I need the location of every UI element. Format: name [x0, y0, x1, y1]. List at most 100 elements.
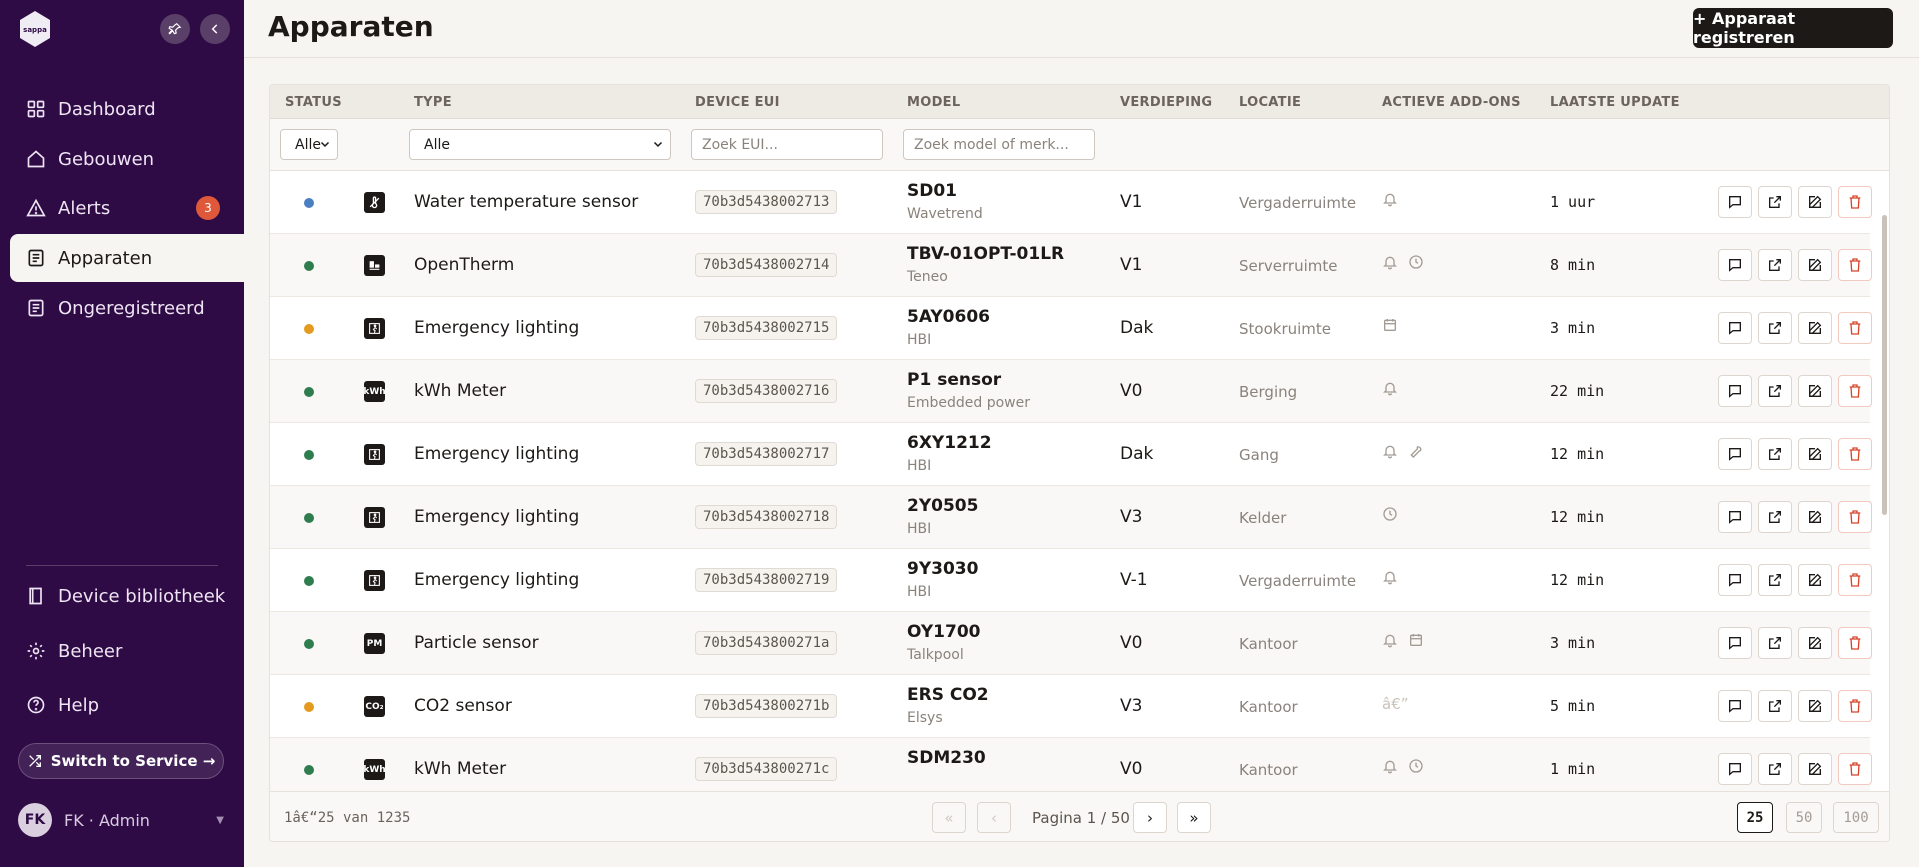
first-page-button[interactable]: «	[932, 802, 966, 833]
delete-button[interactable]	[1838, 627, 1872, 659]
edit-button[interactable]	[1798, 627, 1832, 659]
column-header-device-eui[interactable]: DEVICE EUI	[695, 95, 780, 110]
nav-device-bibliotheek[interactable]: Device bibliotheek	[10, 572, 244, 620]
open-external-button[interactable]	[1758, 375, 1792, 407]
device-eui[interactable]: 70b3d5438002715	[695, 316, 838, 340]
edit-button[interactable]	[1798, 564, 1832, 596]
comment-button[interactable]	[1718, 753, 1752, 785]
device-eui[interactable]: 70b3d5438002713	[695, 190, 838, 214]
column-header-verdieping[interactable]: VERDIEPING	[1120, 95, 1212, 110]
next-page-button[interactable]: ›	[1133, 802, 1167, 833]
table-row[interactable]: PM Particle sensor 70b3d543800271a OY170…	[270, 612, 1872, 675]
device-eui[interactable]: 70b3d5438002714	[695, 253, 838, 277]
comment-button[interactable]	[1718, 501, 1752, 533]
table-row[interactable]: kWh kWh Meter 70b3d5438002716 P1 sensor …	[270, 360, 1872, 423]
trash-icon	[1849, 762, 1861, 776]
page-size-50[interactable]: 50	[1786, 802, 1822, 833]
device-eui[interactable]: 70b3d5438002716	[695, 379, 838, 403]
device-eui[interactable]: 70b3d543800271b	[695, 694, 838, 718]
status-filter-select[interactable]: Alle	[280, 129, 338, 160]
delete-button[interactable]	[1838, 501, 1872, 533]
open-external-button[interactable]	[1758, 501, 1792, 533]
device-eui[interactable]: 70b3d5438002719	[695, 568, 838, 592]
delete-button[interactable]	[1838, 438, 1872, 470]
register-device-button[interactable]: + Apparaat registreren	[1693, 8, 1893, 48]
column-header-laatste-update[interactable]: LAATSTE UPDATE	[1550, 95, 1680, 110]
collapse-sidebar-button[interactable]	[200, 14, 230, 44]
logo[interactable]: sappa	[18, 10, 52, 48]
delete-button[interactable]	[1838, 564, 1872, 596]
device-eui[interactable]: 70b3d5438002718	[695, 505, 838, 529]
delete-button[interactable]	[1838, 186, 1872, 218]
comment-button[interactable]	[1718, 312, 1752, 344]
table-row[interactable]: Emergency lighting 70b3d5438002718 2Y050…	[270, 486, 1872, 549]
last-update: 1 min	[1550, 760, 1596, 778]
device-icon	[28, 249, 44, 267]
table-row[interactable]: Emergency lighting 70b3d5438002717 6XY12…	[270, 423, 1872, 486]
open-external-button[interactable]	[1758, 438, 1792, 470]
nav-ongeregistreerd[interactable]: Ongeregistreerd	[10, 284, 244, 332]
column-header-model[interactable]: MODEL	[907, 95, 960, 110]
delete-button[interactable]	[1838, 375, 1872, 407]
comment-button[interactable]	[1718, 186, 1752, 218]
nav-alerts[interactable]: Alerts 3	[10, 184, 244, 232]
column-header-status[interactable]: STATUS	[285, 95, 342, 110]
column-header-type[interactable]: TYPE	[414, 95, 452, 110]
page-size-100[interactable]: 100	[1833, 802, 1879, 833]
user-menu[interactable]: FK FK · Admin ▼	[18, 802, 224, 838]
edit-button[interactable]	[1798, 690, 1832, 722]
table-scrollbar[interactable]	[1881, 215, 1889, 515]
nav-dashboard[interactable]: Dashboard	[10, 85, 244, 133]
switch-to-service-button[interactable]: Switch to Service →	[18, 743, 224, 779]
edit-button[interactable]	[1798, 375, 1832, 407]
open-external-button[interactable]	[1758, 690, 1792, 722]
open-external-button[interactable]	[1758, 186, 1792, 218]
open-external-button[interactable]	[1758, 312, 1792, 344]
comment-button[interactable]	[1718, 564, 1752, 596]
table-row[interactable]: Emergency lighting 70b3d5438002719 9Y303…	[270, 549, 1872, 612]
delete-button[interactable]	[1838, 249, 1872, 281]
edit-button[interactable]	[1798, 753, 1832, 785]
type-filter-value: Alle	[424, 136, 450, 153]
device-eui[interactable]: 70b3d5438002717	[695, 442, 838, 466]
edit-button[interactable]	[1798, 312, 1832, 344]
table-row[interactable]: Water temperature sensor 70b3d5438002713…	[270, 171, 1872, 234]
prev-page-button[interactable]: ‹	[977, 802, 1011, 833]
page-size-25[interactable]: 25	[1737, 802, 1773, 833]
device-eui[interactable]: 70b3d543800271c	[695, 757, 838, 781]
open-external-button[interactable]	[1758, 627, 1792, 659]
table-row[interactable]: OpenTherm 70b3d5438002714 TBV-01OPT-01LR…	[270, 234, 1872, 297]
table-row[interactable]: Emergency lighting 70b3d5438002715 5AY06…	[270, 297, 1872, 360]
comment-button[interactable]	[1718, 690, 1752, 722]
comment-button[interactable]	[1718, 249, 1752, 281]
table-row[interactable]: kWh kWh Meter 70b3d543800271c SDM230 V0 …	[270, 738, 1872, 791]
model-search-input[interactable]: Zoek model of merk...	[903, 129, 1095, 160]
device-eui[interactable]: 70b3d543800271a	[695, 631, 838, 655]
comment-button[interactable]	[1718, 438, 1752, 470]
table-row[interactable]: CO₂ CO2 sensor 70b3d543800271b ERS CO2 E…	[270, 675, 1872, 738]
pin-button[interactable]	[160, 14, 190, 44]
nav-apparaten[interactable]: Apparaten	[10, 234, 244, 282]
open-external-button[interactable]	[1758, 249, 1792, 281]
comment-button[interactable]	[1718, 375, 1752, 407]
delete-button[interactable]	[1838, 753, 1872, 785]
edit-button[interactable]	[1798, 186, 1832, 218]
scrollbar-thumb[interactable]	[1882, 215, 1887, 515]
edit-button[interactable]	[1798, 501, 1832, 533]
status-dot	[304, 261, 314, 271]
type-filter-select[interactable]: Alle	[409, 129, 671, 160]
nav-gebouwen[interactable]: Gebouwen	[10, 135, 244, 183]
last-page-button[interactable]: »	[1177, 802, 1211, 833]
nav-help[interactable]: Help	[10, 681, 244, 729]
column-header-locatie[interactable]: LOCATIE	[1239, 95, 1301, 110]
delete-button[interactable]	[1838, 690, 1872, 722]
open-external-button[interactable]	[1758, 753, 1792, 785]
comment-button[interactable]	[1718, 627, 1752, 659]
eui-search-input[interactable]: Zoek EUI...	[691, 129, 883, 160]
open-external-button[interactable]	[1758, 564, 1792, 596]
nav-beheer[interactable]: Beheer	[10, 627, 244, 675]
edit-button[interactable]	[1798, 249, 1832, 281]
edit-button[interactable]	[1798, 438, 1832, 470]
column-header-actieve-addons[interactable]: ACTIEVE ADD-ONS	[1382, 95, 1521, 110]
delete-button[interactable]	[1838, 312, 1872, 344]
